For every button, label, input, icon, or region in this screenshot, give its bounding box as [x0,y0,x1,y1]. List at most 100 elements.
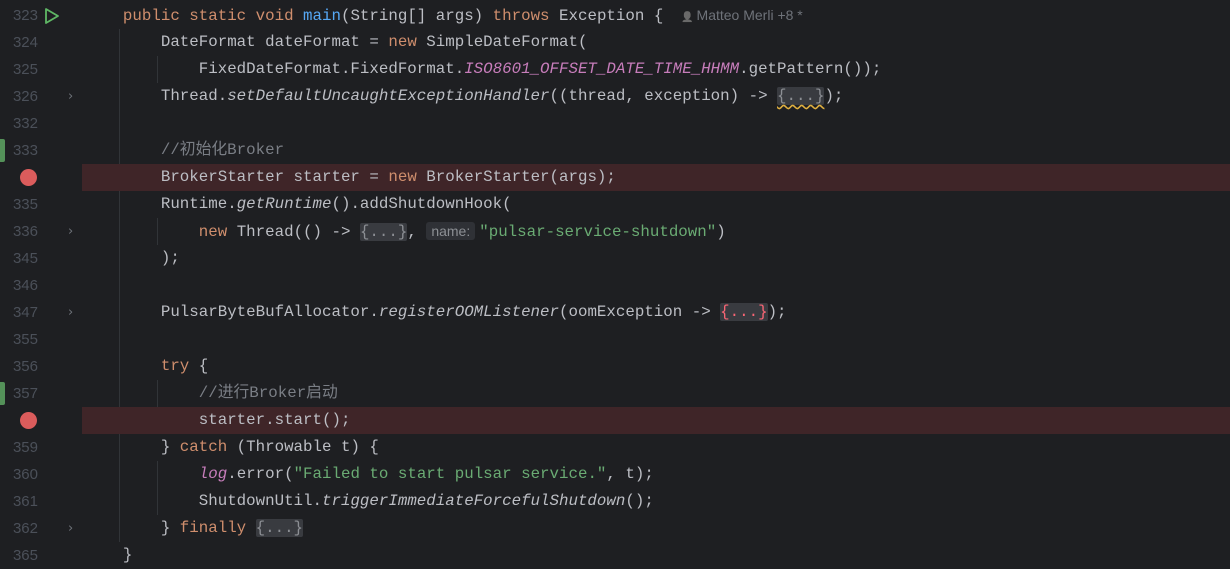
code-token: BrokerStarter starter = [85,168,389,186]
code-line[interactable]: BrokerStarter starter = new BrokerStarte… [0,164,1230,191]
code-token: starter.start(); [85,411,351,429]
line-number[interactable]: 332 [0,110,38,137]
code-line[interactable]: 357 //进行Broker启动 [0,380,1230,407]
code-line[interactable]: 336 › new Thread(() -> {...}, name: "pulsa… [0,218,1230,245]
line-number[interactable]: 324 [0,29,38,56]
person-icon: 👤 [681,12,697,23]
fold-chevron-icon[interactable]: › [68,218,73,245]
code-token: , [407,223,427,241]
code-token: main [303,7,341,25]
line-number[interactable]: 356 [0,353,38,380]
code-line[interactable]: 335 Runtime.getRuntime().addShutdownHook… [0,191,1230,218]
code-token: } [85,546,133,564]
code-token: , t); [606,465,654,483]
code-line[interactable]: 325 FixedDateFormat.FixedFormat.ISO8601_… [0,56,1230,83]
line-number[interactable]: 355 [0,326,38,353]
code-text: } finally {...} [85,515,304,542]
folded-code-placeholder[interactable]: {...} [720,303,768,321]
code-token: SimpleDateFormat( [416,33,588,51]
code-token: ((thread, exception) -> [549,87,778,105]
code-text: starter.start(); [85,407,351,434]
code-token: .getPattern()); [739,60,882,78]
code-line[interactable]: 360 log.error("Failed to start pulsar se… [0,461,1230,488]
code-line[interactable]: 345 ); [0,245,1230,272]
line-number[interactable]: 325 [0,56,38,83]
line-number[interactable]: 333 [0,137,38,164]
code-token: //初始化Broker [85,141,285,159]
code-line[interactable]: 361 ShutdownUtil.triggerImmediateForcefu… [0,488,1230,515]
line-number[interactable]: 361 [0,488,38,515]
vcs-change-marker[interactable] [0,139,5,162]
code-author-hint[interactable]: 👤 Matteo Merli +8 * [681,7,802,23]
fold-chevron-icon[interactable]: › [68,515,73,542]
code-line[interactable]: 324 DateFormat dateFormat = new SimpleDa… [0,29,1230,56]
code-token: log [198,465,228,483]
line-number[interactable]: 323 [0,2,38,29]
code-token: ); [824,87,844,105]
code-token: "Failed to start pulsar service." [293,465,607,483]
breakpoint-icon[interactable] [20,412,37,429]
code-line[interactable]: 355 [0,326,1230,353]
folded-code-placeholder[interactable]: {...} [255,519,304,537]
code-token: registerOOMListener [378,303,559,321]
fold-chevron-icon[interactable]: › [68,83,73,110]
code-token: ISO8601_OFFSET_DATE_TIME_HHMM [464,60,740,78]
code-token: triggerImmediateForcefulShutdown [322,492,626,510]
code-line[interactable]: 356 try { [0,353,1230,380]
code-token: public static void [122,7,304,25]
code-line[interactable]: 365 } [0,542,1230,569]
code-token: throws [492,7,550,25]
line-number[interactable]: 326 [0,83,38,110]
line-number[interactable]: 346 [0,272,38,299]
code-token: new [388,33,417,51]
code-line[interactable]: 359 } catch (Throwable t) { [0,434,1230,461]
code-text: } [85,542,133,569]
fold-chevron-icon[interactable]: › [68,299,73,326]
line-number[interactable]: 357 [0,380,38,407]
line-number[interactable]: 359 [0,434,38,461]
line-number[interactable]: 335 [0,191,38,218]
code-line[interactable]: 346 [0,272,1230,299]
folded-code-placeholder[interactable]: {...} [359,223,408,241]
code-token: finally [179,519,247,537]
code-text: ShutdownUtil.triggerImmediateForcefulShu… [85,488,654,515]
code-line[interactable]: 326 › Thread.setDefaultUncaughtExceptionH… [0,83,1230,110]
code-token: "pulsar-service-shutdown" [479,223,717,241]
code-token: PulsarByteBufAllocator. [85,303,379,321]
code-line[interactable]: 333 //初始化Broker [0,137,1230,164]
code-token: new [388,168,417,186]
code-token: .error( [227,465,294,483]
code-token: } [85,438,180,456]
breakpoint-icon[interactable] [20,169,37,186]
code-token: setDefaultUncaughtExceptionHandler [227,87,550,105]
code-text: } catch (Throwable t) { [85,434,379,461]
code-line[interactable]: 362 › } finally {...} [0,515,1230,542]
line-number[interactable]: 362 [0,515,38,542]
code-token: catch [179,438,228,456]
code-line[interactable]: 347 › PulsarByteBufAllocator.registerOOML… [0,299,1230,326]
line-number[interactable]: 336 [0,218,38,245]
code-line[interactable]: 332 [0,110,1230,137]
vcs-change-marker[interactable] [0,382,5,405]
code-token: BrokerStarter(args); [416,168,616,186]
code-token: (oomException -> [559,303,721,321]
line-number[interactable]: 345 [0,245,38,272]
code-token: Exception { [549,7,664,25]
line-number[interactable]: 365 [0,542,38,569]
code-text: try { [85,353,208,380]
code-text: new Thread(() -> {...}, name: "pulsar-ser… [85,218,726,246]
line-number[interactable]: 347 [0,299,38,326]
code-token: new [198,223,228,241]
code-line[interactable]: 323 public static void main(String[] arg… [0,2,1230,29]
code-token: ) [716,223,726,241]
code-token: getRuntime [236,195,332,213]
code-line[interactable]: starter.start(); [0,407,1230,434]
folded-code-placeholder[interactable]: {...} [777,87,825,105]
code-token: (String[] args) [340,7,493,25]
code-token: Runtime. [85,195,237,213]
code-token: //进行Broker启动 [85,384,338,402]
line-number[interactable]: 360 [0,461,38,488]
